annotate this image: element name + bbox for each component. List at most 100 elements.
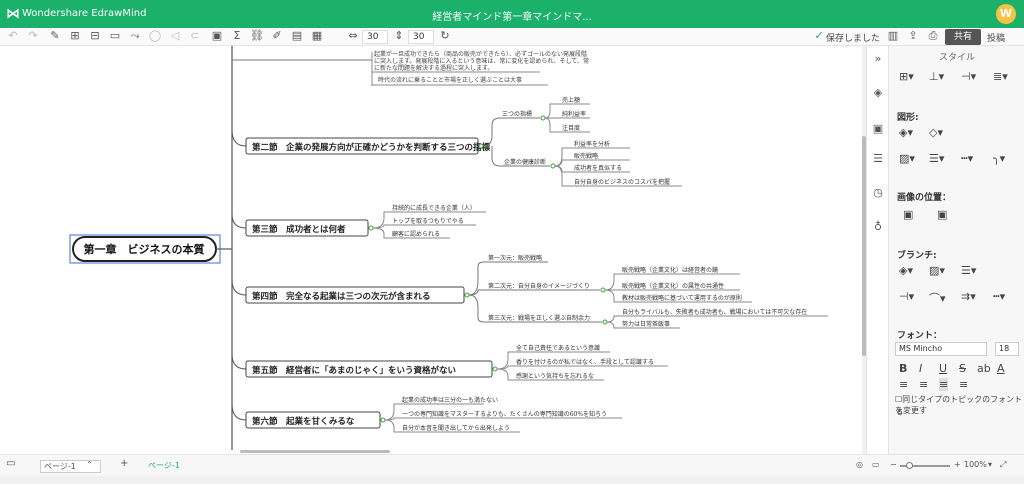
user-avatar[interactable]: W <box>996 4 1016 24</box>
s2-item-attention[interactable]: 注目度 <box>562 124 580 132</box>
branch-curve-icon[interactable]: ⌒▾ <box>929 290 946 306</box>
numbering-icon[interactable]: ≣▾ <box>993 70 1008 83</box>
image-top-icon[interactable]: ▣ <box>937 208 947 221</box>
bold-icon[interactable]: B <box>899 362 907 375</box>
image-left-icon[interactable]: ▣ <box>903 208 913 221</box>
s4-item-mirror[interactable]: 販売戦略（企業文化）は経営者の鏡 <box>622 266 718 274</box>
canvas-horizontal-scrollbar[interactable] <box>240 450 390 453</box>
callout-icon[interactable]: ◁ <box>168 29 182 43</box>
floating-topic-icon[interactable]: ▭ <box>108 29 122 43</box>
fill-color-icon[interactable]: ◈▾ <box>899 126 913 139</box>
border-weight-icon[interactable]: ☰▾ <box>929 152 944 165</box>
align-center-icon[interactable]: ≡ <box>939 378 949 391</box>
same-type-font-checkbox[interactable]: ☐同じタイプのトピックのフォントを変更す <box>895 394 1024 416</box>
s6-item-3[interactable]: 自分が本音を聞き出してから出発しよう <box>402 424 510 432</box>
s2-item-sales[interactable]: 売上額 <box>562 96 580 104</box>
view-icon[interactable]: ◎ <box>856 460 863 469</box>
connector-icon[interactable]: ⊣▾ <box>961 70 976 83</box>
width-input[interactable]: 30 <box>362 30 388 44</box>
s3-item-3[interactable]: 顧客に認められる <box>392 230 440 238</box>
border-color-icon[interactable]: ▨▾ <box>899 152 915 165</box>
fit-icon[interactable]: ▭ <box>872 460 880 469</box>
history-tab-icon[interactable]: ◷ <box>871 186 885 200</box>
s5-item-3[interactable]: 感謝という気持ちを忘れるな <box>516 372 594 380</box>
pencil-icon[interactable]: ✐ <box>270 29 284 43</box>
style-tab-icon[interactable]: ◈ <box>871 86 885 100</box>
page-panel-icon[interactable]: ▭ <box>6 458 15 469</box>
add-subtopic-icon[interactable]: ⊟ <box>88 29 102 43</box>
layout-icon[interactable]: ⊞▾ <box>899 70 914 83</box>
align-left-icon[interactable]: ≡ <box>899 378 908 391</box>
zoom-dropdown-icon[interactable]: ▾ <box>988 460 992 469</box>
s4-item-effort[interactable]: 努力は日常茶飯事 <box>622 320 670 328</box>
format-painter-icon[interactable]: ✎ <box>48 29 62 43</box>
refresh-icon[interactable]: ↻ <box>438 29 452 43</box>
s2-sub-1-label[interactable]: 三つの指標 <box>502 110 532 118</box>
zoom-out-icon[interactable]: − <box>890 460 897 469</box>
s4-sub-3-label[interactable]: 第三次元：戦場を正しく選ぶ自制余力 <box>488 314 590 322</box>
boundary-icon[interactable]: ⊂ <box>188 29 202 43</box>
structure-icon[interactable]: ⊥▾ <box>929 70 944 83</box>
s5-item-2[interactable]: 香りを付けるのが私ではなく、手段として認識する <box>516 358 654 366</box>
strikethrough-icon[interactable]: S <box>959 362 966 375</box>
image-icon[interactable]: ▣ <box>210 29 224 43</box>
top-note-line-2[interactable]: に突入します。発展段階に入るという意味は、常に変化を認められ、そして、常 <box>374 57 589 65</box>
corner-style-icon[interactable]: ╮▾ <box>993 152 1005 165</box>
s2-sub-2-label[interactable]: 企業の健康診断 <box>504 158 546 166</box>
relationship-icon[interactable]: ⤳ <box>128 29 142 43</box>
add-page-button[interactable]: + <box>120 458 128 469</box>
s2-item-strategy[interactable]: 販売戦略 <box>574 152 598 160</box>
outline-tab-icon[interactable]: ☰ <box>871 152 885 166</box>
top-note-line-4[interactable]: 時代の流れに乗ることと市場を正しく選ぶことは大事 <box>378 76 522 84</box>
undo-icon[interactable]: ↶ <box>6 29 20 43</box>
s2-item-costperf[interactable]: 自分自身のビジネスのコスパを把握 <box>574 178 670 186</box>
formula-icon[interactable]: Σ <box>230 29 244 43</box>
s4-item-principle[interactable]: 教材は販売戦略に基づいて運用するのが原則 <box>622 294 742 302</box>
italic-icon[interactable]: I <box>919 362 922 375</box>
export-icon[interactable]: ⇪ <box>906 29 920 43</box>
branch-dash-icon[interactable]: ┅▾ <box>993 290 1005 303</box>
s5-item-1[interactable]: 全て自己責任であるという意識 <box>516 344 600 352</box>
add-topic-icon[interactable]: ⊞ <box>68 29 82 43</box>
branch-arrow-icon[interactable]: ⇉▾ <box>961 290 976 303</box>
mindmap-canvas[interactable]: 起業が一旦成功できたら（商品の販売ができたら）、必ずゴールのない発展段階 に突入… <box>0 46 866 454</box>
fullscreen-icon[interactable]: ⤢ <box>1000 460 1006 470</box>
info-icon[interactable]: ♁ <box>897 408 903 417</box>
s3-item-2[interactable]: トップを取るつもりでやる <box>392 217 464 225</box>
align-justify-icon[interactable]: ≡ <box>959 378 968 391</box>
zoom-level[interactable]: 100% <box>964 460 987 469</box>
branch-fill-icon[interactable]: ◈▾ <box>899 264 913 277</box>
zoom-in-icon[interactable]: + <box>954 460 961 469</box>
save-icon[interactable]: ▥ <box>886 29 900 43</box>
redo-icon[interactable]: ↷ <box>26 29 40 43</box>
share-button[interactable]: 共有 <box>945 29 981 45</box>
s4-sub-1-label[interactable]: 第一次元：販売戦略 <box>488 254 542 262</box>
s3-item-1[interactable]: 持続的に成長できる企業（人） <box>392 204 476 212</box>
idea-tab-icon[interactable]: ♁ <box>871 220 885 234</box>
branch-weight-icon[interactable]: ☰▾ <box>961 264 976 277</box>
comment-icon[interactable]: ◯ <box>148 29 162 43</box>
page-tab[interactable]: ページ-1 <box>148 460 180 471</box>
underline-icon[interactable]: U <box>939 362 947 375</box>
zoom-slider-handle[interactable] <box>906 462 913 469</box>
post-button[interactable]: 投稿 <box>987 31 1005 44</box>
collapse-panel-icon[interactable]: » <box>871 52 885 66</box>
shape-style-icon[interactable]: ◇▾ <box>929 126 943 139</box>
top-note-line-3[interactable]: に新たな問題を解決する過程に突入します。 <box>374 64 493 72</box>
image-tab-icon[interactable]: ▣ <box>871 122 885 136</box>
font-size-select[interactable]: 18 <box>995 342 1019 356</box>
s6-item-1[interactable]: 起業の成功率は三分の一も満たない <box>402 396 498 404</box>
s2-item-imitate[interactable]: 成功者を真似する <box>574 164 622 172</box>
s4-item-rivals[interactable]: 自分もライバルも、失敗者も成功者も、戦場においては不可欠な存在 <box>622 308 807 316</box>
top-note-line-1[interactable]: 起業が一旦成功できたら（商品の販売ができたら）、必ずゴールのない発展段階 <box>374 50 587 58</box>
height-input[interactable]: 30 <box>408 30 434 44</box>
border-dash-icon[interactable]: ┅▾ <box>961 152 973 165</box>
s4-sub-2-label[interactable]: 第二次元：自分自身のイメージづくり <box>488 282 590 290</box>
branch-color-icon[interactable]: ▨▾ <box>929 264 945 277</box>
align-right-icon[interactable]: ≡ <box>919 378 928 391</box>
print-icon[interactable]: ⎙ <box>926 29 940 43</box>
font-color-icon[interactable]: A <box>997 362 1005 375</box>
s6-item-2[interactable]: 一つの専門知識をマスターするよりも、たくさんの専門知識の60%を知ろう <box>402 410 607 418</box>
table-icon[interactable]: ▦ <box>310 29 324 43</box>
note-icon[interactable]: ▤ <box>290 29 304 43</box>
